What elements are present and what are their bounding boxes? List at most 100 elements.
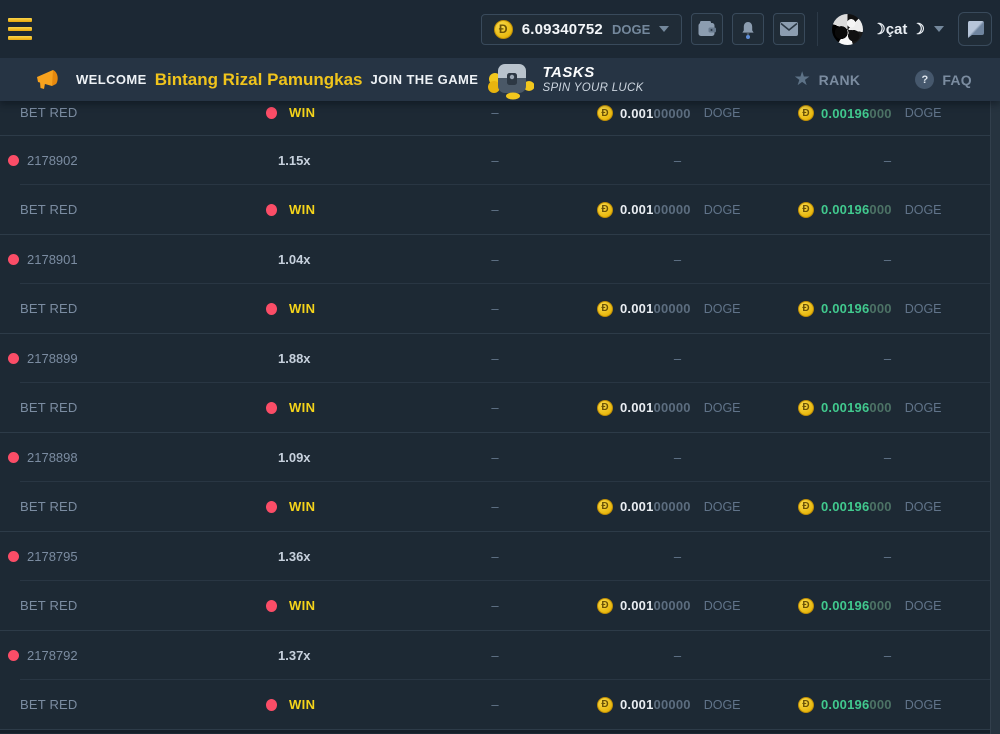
doge-coin-icon: Đ <box>798 697 814 713</box>
red-dot-icon <box>8 650 19 661</box>
menu-icon[interactable] <box>8 14 42 44</box>
bet-group: 2178902 1.15x – – – BET RED WIN – Đ 0.00… <box>0 136 1000 235</box>
bet-amount: 0.001 <box>620 106 654 121</box>
result-badge: WIN <box>289 301 315 316</box>
table-row-bet-id[interactable]: 2178795 1.36x – – – <box>0 532 1000 581</box>
empty-value: – <box>491 105 498 120</box>
bet-group: 2178901 1.04x – – – BET RED WIN – Đ 0.00… <box>0 235 1000 334</box>
currency-label: DOGE <box>704 106 741 120</box>
bet-label: BET RED <box>20 598 78 613</box>
result-badge: WIN <box>289 105 315 120</box>
table-row-bet[interactable]: BET RED WIN – Đ 0.00100000 DOGE Đ 0.0019… <box>0 482 1000 531</box>
chat-toggle-button[interactable] <box>958 12 992 46</box>
currency-label: DOGE <box>704 203 741 217</box>
red-dot-icon <box>8 452 19 463</box>
scrollbar-track[interactable] <box>990 101 1000 734</box>
notifications-button[interactable] <box>732 13 764 45</box>
table-row-bet-id[interactable]: 2178901 1.04x – – – <box>0 235 1000 284</box>
bet-label: BET RED <box>20 499 78 514</box>
profit-amount: 0.00196 <box>821 106 869 121</box>
multiplier: 1.15x <box>278 153 311 168</box>
caret-down-icon <box>934 26 944 32</box>
table-row-bet[interactable]: BET RED WIN – Đ 0.00100000 DOGE Đ 0.0019… <box>0 581 1000 630</box>
doge-coin-icon: Đ <box>597 697 613 713</box>
doge-coin-icon: Đ <box>597 105 613 121</box>
red-dot-icon <box>266 600 277 612</box>
bet-label: BET RED <box>20 202 78 217</box>
bet-id: 2178902 <box>27 153 78 168</box>
currency-label: DOGE <box>704 500 741 514</box>
faq-link[interactable]: ? FAQ <box>915 70 972 89</box>
bet-amount: 0.001 <box>620 499 654 514</box>
table-row-bet[interactable]: BET RED WIN – Đ 0.00100000 DOGE Đ 0.0019… <box>0 680 1000 729</box>
currency-label: DOGE <box>704 401 741 415</box>
doge-coin-icon: Đ <box>798 598 814 614</box>
top-navbar: Đ 6.09340752 DOGE <box>0 0 1000 58</box>
red-dot-icon <box>266 699 277 711</box>
red-dot-icon <box>266 204 277 216</box>
table-row-bet[interactable]: BET RED WIN – Đ 0.00100000 DOGE Đ 0.0019… <box>0 383 1000 432</box>
result-badge: WIN <box>289 697 315 712</box>
multiplier: 1.04x <box>278 252 311 267</box>
rank-link[interactable]: ★ RANK <box>794 70 861 89</box>
table-row-bet[interactable]: BET RED WIN – Đ 0.00100000 DOGE Đ 0.0019… <box>0 185 1000 234</box>
profit-amount: 0.00196 <box>821 697 869 712</box>
doge-coin-icon: Đ <box>798 400 814 416</box>
star-icon: ★ <box>794 70 811 89</box>
currency-label: DOGE <box>704 698 741 712</box>
currency-label: DOGE <box>905 500 942 514</box>
bet-amount: 0.001 <box>620 400 654 415</box>
doge-coin-icon: Đ <box>798 301 814 317</box>
balance-currency: DOGE <box>612 22 650 37</box>
user-menu[interactable]: ☽çat ☽ <box>832 14 944 45</box>
bets-table: BET RED WIN – Đ 0.00100000 DOGE Đ 0.0019… <box>0 101 1000 734</box>
result-badge: WIN <box>289 499 315 514</box>
currency-label: DOGE <box>905 203 942 217</box>
nav-divider <box>817 12 818 46</box>
table-row-bet[interactable]: BET RED WIN – Đ 0.00100000 DOGE Đ 0.0019… <box>0 284 1000 333</box>
doge-coin-icon: Đ <box>597 301 613 317</box>
tasks-subtitle: SPIN YOUR LUCK <box>542 82 643 95</box>
welcome-prefix: WELCOME <box>76 72 147 87</box>
red-dot-icon <box>8 155 19 166</box>
currency-label: DOGE <box>905 599 942 613</box>
bet-id: 2178901 <box>27 252 78 267</box>
tasks-link[interactable]: TASKS SPIN YOUR LUCK <box>488 60 643 100</box>
red-dot-icon <box>266 501 277 513</box>
bet-id: 2178792 <box>27 648 78 663</box>
username: ☽çat ☽ <box>872 20 925 38</box>
result-badge: WIN <box>289 202 315 217</box>
caret-down-icon <box>659 26 669 32</box>
table-row-bet-id[interactable]: 2178902 1.15x – – – <box>0 136 1000 185</box>
bet-group: 2178899 1.88x – – – BET RED WIN – Đ 0.00… <box>0 334 1000 433</box>
multiplier: 1.09x <box>278 450 311 465</box>
doge-coin-icon: Đ <box>597 400 613 416</box>
bet-group: 2178795 1.36x – – – BET RED WIN – Đ 0.00… <box>0 532 1000 631</box>
red-dot-icon <box>8 353 19 364</box>
wallet-icon <box>698 21 716 37</box>
result-badge: WIN <box>289 400 315 415</box>
table-row-bet-id[interactable]: 2178898 1.09x – – – <box>0 433 1000 482</box>
messages-button[interactable] <box>773 13 805 45</box>
profit-amount: 0.00196 <box>821 301 869 316</box>
megaphone-icon <box>35 68 62 92</box>
table-row-bet-id[interactable]: 2178792 1.37x – – – <box>0 631 1000 680</box>
wallet-button[interactable] <box>691 13 723 45</box>
red-dot-icon <box>266 402 277 414</box>
table-row-bet-id[interactable]: 2178899 1.88x – – – <box>0 334 1000 383</box>
rank-label: RANK <box>819 72 861 88</box>
bet-amount: 0.001 <box>620 697 654 712</box>
bet-amount: 0.001 <box>620 598 654 613</box>
announcement-banner: WELCOME Bintang Rizal Pamungkas JOIN THE… <box>0 58 1000 101</box>
profit-amount: 0.00196 <box>821 598 869 613</box>
bet-label: BET RED <box>20 301 78 316</box>
profit-amount: 0.00196 <box>821 202 869 217</box>
balance-selector[interactable]: Đ 6.09340752 DOGE <box>481 14 683 45</box>
doge-coin-icon: Đ <box>494 20 513 39</box>
table-row-bet-partial[interactable]: BET RED WIN – Đ 0.00100000 DOGE Đ 0.0019… <box>0 101 1000 136</box>
multiplier: 1.36x <box>278 549 311 564</box>
profit-amount: 0.00196 <box>821 499 869 514</box>
faq-label: FAQ <box>942 72 972 88</box>
red-dot-icon <box>266 107 277 119</box>
question-icon: ? <box>915 70 934 89</box>
